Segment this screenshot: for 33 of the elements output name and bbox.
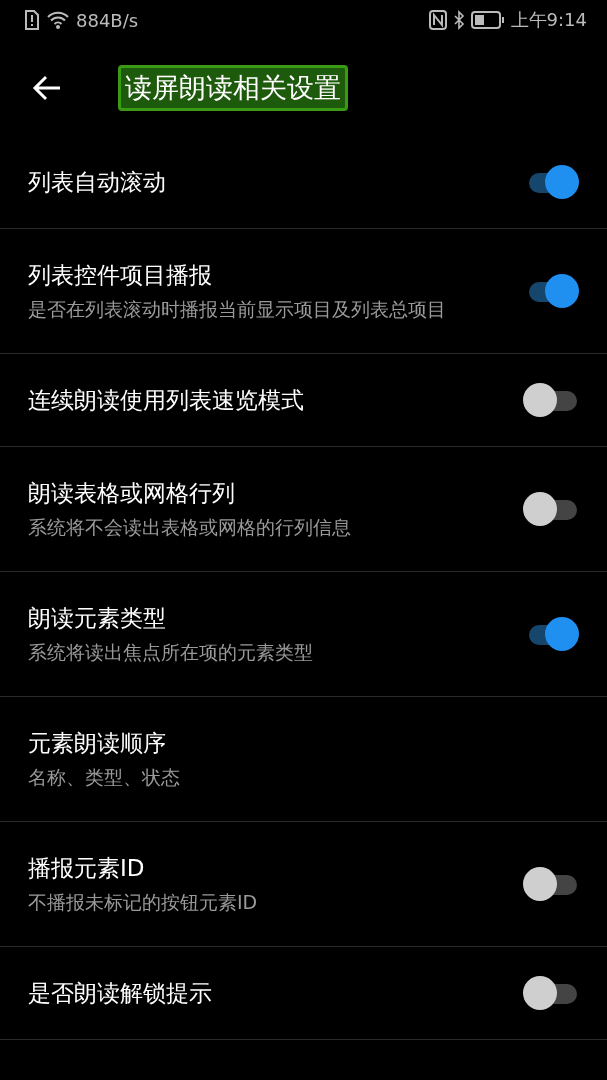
- bluetooth-icon: [452, 10, 465, 30]
- setting-title: 元素朗读顺序: [28, 729, 167, 758]
- setting-row[interactable]: 元素朗读顺序 名称、类型、状态: [0, 697, 607, 822]
- setting-title: 朗读元素类型: [28, 604, 167, 633]
- toggle-switch[interactable]: [523, 867, 577, 901]
- toggle-switch[interactable]: [523, 383, 577, 417]
- setting-row[interactable]: 播报元素ID 不播报未标记的按钮元素ID: [0, 822, 607, 947]
- nfc-icon: [428, 10, 447, 30]
- sim-alert-icon: [24, 10, 40, 30]
- setting-title: 列表控件项目播报: [28, 261, 213, 290]
- setting-row[interactable]: 是否朗读解锁提示: [0, 947, 607, 1040]
- setting-title: 连续朗读使用列表速览模式: [28, 386, 305, 415]
- toggle-switch[interactable]: [523, 976, 577, 1010]
- setting-description: 名称、类型、状态: [28, 765, 181, 790]
- setting-row[interactable]: 列表自动滚动: [0, 136, 607, 229]
- setting-row[interactable]: 朗读表格或网格行列 系统将不会读出表格或网格的行列信息: [0, 447, 607, 572]
- setting-title: 播报元素ID: [28, 854, 146, 883]
- setting-row[interactable]: 列表控件项目播报 是否在列表滚动时播报当前显示项目及列表总项目: [0, 229, 607, 354]
- battery-icon: [470, 11, 505, 29]
- setting-description: 是否在列表滚动时播报当前显示项目及列表总项目: [28, 297, 447, 322]
- setting-row[interactable]: 连续朗读使用列表速览模式: [0, 354, 607, 447]
- setting-title: 是否朗读解锁提示: [28, 979, 213, 1008]
- setting-description: 系统将读出焦点所在项的元素类型: [28, 640, 314, 665]
- setting-title: 朗读表格或网格行列: [28, 479, 236, 508]
- toggle-switch[interactable]: [523, 492, 577, 526]
- setting-description: 系统将不会读出表格或网格的行列信息: [28, 515, 352, 540]
- page-title: 读屏朗读相关设置: [118, 65, 348, 111]
- network-speed: 884B/s: [76, 9, 139, 31]
- setting-row[interactable]: 朗读元素类型 系统将读出焦点所在项的元素类型: [0, 572, 607, 697]
- setting-title: 列表自动滚动: [28, 168, 167, 197]
- setting-description: 不播报未标记的按钮元素ID: [28, 890, 259, 915]
- wifi-icon: [46, 10, 70, 30]
- clock: 上午9:14: [510, 8, 587, 32]
